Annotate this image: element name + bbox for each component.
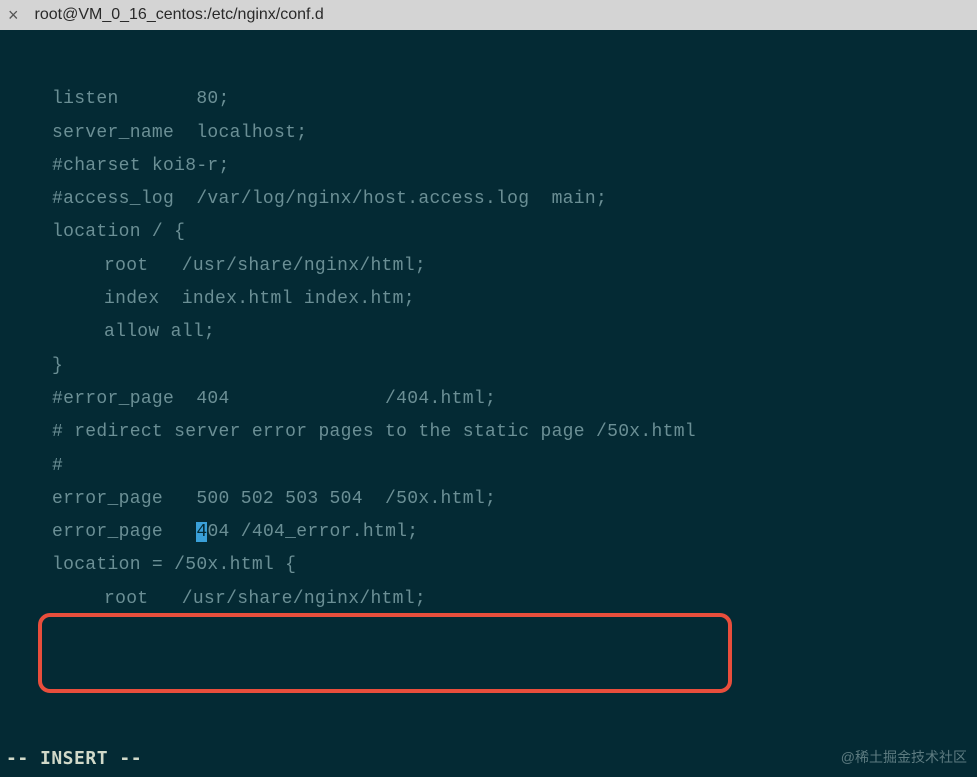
window-title: root@VM_0_16_centos:/etc/nginx/conf.d: [35, 6, 324, 24]
code-line: root /usr/share/nginx/html;: [0, 250, 977, 283]
code-text: 04 /404_error.html;: [207, 522, 418, 542]
code-line: error_page 500 502 503 504 /50x.html;: [0, 483, 977, 516]
code-line: index index.html index.htm;: [0, 283, 977, 316]
editor-area[interactable]: listen 80;server_name localhost;#charset…: [0, 30, 977, 683]
highlight-annotation: [38, 613, 732, 693]
code-line: error_page 404 /404_error.html;: [0, 516, 977, 549]
code-line: #: [0, 450, 977, 483]
titlebar: × root@VM_0_16_centos:/etc/nginx/conf.d: [0, 0, 977, 30]
cursor: 4: [196, 522, 207, 542]
code-line: server_name localhost;: [0, 117, 977, 150]
code-line: allow all;: [0, 316, 977, 349]
watermark: @稀土掘金技术社区: [841, 747, 967, 767]
code-line: #access_log /var/log/nginx/host.access.l…: [0, 183, 977, 216]
code-line: #charset koi8-r;: [0, 150, 977, 183]
code-line: # redirect server error pages to the sta…: [0, 416, 977, 449]
code-line: #error_page 404 /404.html;: [0, 383, 977, 416]
vim-mode-status: -- INSERT --: [6, 748, 142, 769]
code-line: }: [0, 350, 977, 383]
code-line: location = /50x.html {: [0, 549, 977, 582]
code-text: error_page: [52, 522, 196, 542]
close-icon[interactable]: ×: [8, 5, 19, 26]
code-line: location / {: [0, 216, 977, 249]
code-line: root /usr/share/nginx/html;: [0, 583, 977, 616]
code-line: listen 80;: [0, 83, 977, 116]
